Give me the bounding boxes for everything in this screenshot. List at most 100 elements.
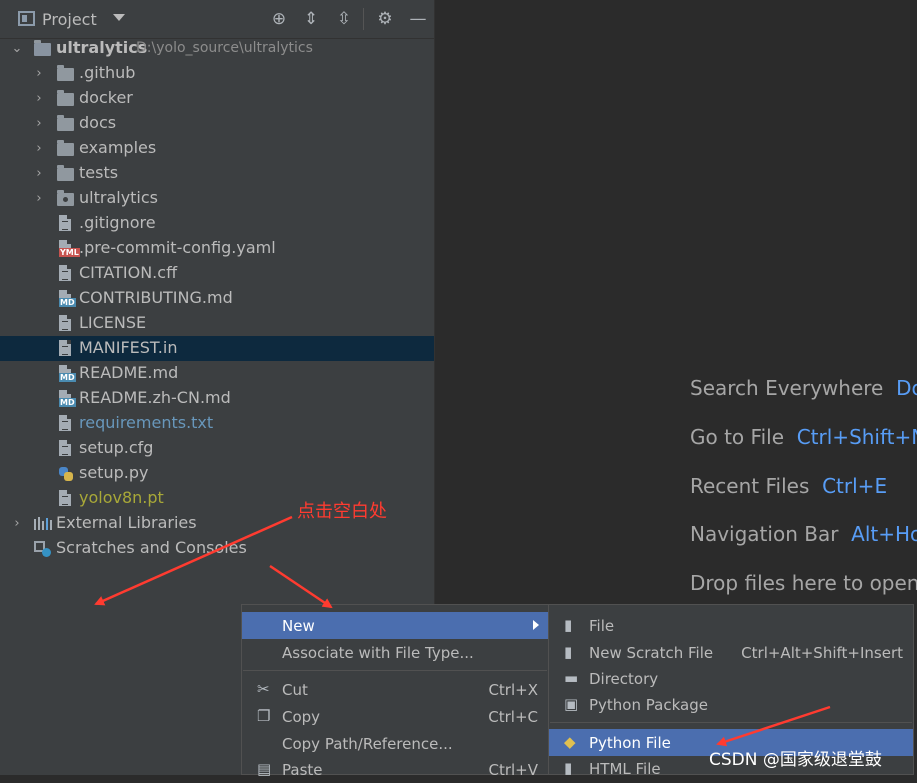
hint-search-everywhere: Search Everywhere Dou	[690, 376, 917, 400]
tree-folder-row[interactable]: › docs	[0, 111, 434, 136]
python-file-icon	[59, 467, 73, 481]
locate-icon[interactable]: ⊕	[268, 8, 290, 30]
tree-folder-row[interactable]: › examples	[0, 136, 434, 161]
tree-file-row[interactable]: setup.cfg	[0, 436, 434, 461]
hint-label: Search Everywhere	[690, 376, 884, 400]
collapse-all-icon[interactable]: ⇳	[333, 8, 355, 30]
menu-item-label: Python File	[589, 734, 671, 752]
project-view-title[interactable]: Project	[42, 10, 97, 29]
text-file-icon	[59, 415, 71, 431]
file-icon: ▮	[564, 616, 573, 634]
chevron-right-icon[interactable]: ›	[33, 136, 45, 161]
tree-folder-row[interactable]: › tests	[0, 161, 434, 186]
tree-folder-row[interactable]: › .github	[0, 61, 434, 86]
toolbar-divider	[363, 8, 364, 30]
minimize-icon[interactable]: —	[407, 8, 429, 30]
tree-file-row[interactable]: requirements.txt	[0, 411, 434, 436]
libraries-icon	[34, 517, 52, 530]
menu-item-associate[interactable]: Associate with File Type...	[242, 639, 548, 666]
tree-file-row[interactable]: CITATION.cff	[0, 261, 434, 286]
folder-name: ultralytics	[79, 188, 159, 207]
menu-item-shortcut: Ctrl+X	[488, 681, 538, 699]
folder-icon	[57, 165, 74, 181]
hint-drop-files: Drop files here to open f	[690, 571, 917, 595]
expand-all-icon[interactable]: ⇕	[300, 8, 322, 30]
folder-icon	[57, 140, 74, 156]
chevron-right-icon[interactable]: ›	[33, 111, 45, 136]
scratches-icon	[34, 541, 51, 557]
watermark: CSDN @国家级退堂鼓	[709, 750, 882, 770]
tree-file-row[interactable]: YML .pre-commit-config.yaml	[0, 236, 434, 261]
tree-file-row[interactable]: MD README.md	[0, 361, 434, 386]
menu-item-shortcut: Ctrl+C	[488, 708, 538, 726]
menu-item-paste[interactable]: ▤ Paste Ctrl+V	[242, 756, 548, 783]
annotation-text: 点击空白处	[297, 501, 387, 522]
tree-file-row[interactable]: setup.py	[0, 461, 434, 486]
unknown-file-icon	[59, 490, 71, 506]
chevron-right-icon[interactable]: ›	[33, 186, 45, 211]
hint-shortcut: Ctrl+Shift+N	[796, 425, 917, 449]
file-name: setup.cfg	[79, 438, 154, 457]
folder-icon	[57, 115, 74, 131]
yaml-file-icon: YML	[59, 240, 80, 257]
chevron-right-icon[interactable]: ›	[11, 511, 23, 536]
folder-name: docker	[79, 88, 133, 107]
submenu-item-directory[interactable]: ▬ Directory	[549, 665, 913, 692]
tree-file-row[interactable]: .gitignore	[0, 211, 434, 236]
submenu-item-new-scratch-file[interactable]: ▮ New Scratch File Ctrl+Alt+Shift+Insert	[549, 639, 913, 666]
view-dropdown-icon[interactable]	[113, 14, 125, 21]
menu-item-copy-path[interactable]: Copy Path/Reference...	[242, 730, 548, 757]
tree-root-row[interactable]: ⌄ ultralytics D:\yolo_source\ultralytics	[0, 36, 434, 61]
file-name: MANIFEST.in	[79, 338, 178, 357]
external-libraries-label: External Libraries	[56, 513, 197, 532]
menu-item-label: HTML File	[589, 760, 661, 778]
gear-icon[interactable]: ⚙	[374, 8, 396, 30]
hint-shortcut: Ctrl+E	[822, 474, 888, 498]
package-folder-icon	[57, 190, 74, 206]
file-name: setup.py	[79, 463, 149, 482]
tree-file-row[interactable]: MD README.zh-CN.md	[0, 386, 434, 411]
project-toolbar: Project ⊕ ⇕ ⇳ ⚙ —	[0, 0, 434, 39]
text-file-icon	[59, 340, 71, 356]
html-file-icon: ▮	[564, 759, 573, 777]
menu-item-label: Directory	[589, 670, 659, 688]
menu-item-label: File	[589, 617, 615, 635]
text-file-icon	[59, 265, 71, 281]
submenu-item-python-package[interactable]: ▣ Python Package	[549, 691, 913, 718]
tree-file-row[interactable]: MD CONTRIBUTING.md	[0, 286, 434, 311]
file-name: README.md	[79, 363, 179, 382]
hint-label: Recent Files	[690, 474, 810, 498]
chevron-down-icon[interactable]: ⌄	[11, 36, 23, 61]
scratches-row[interactable]: Scratches and Consoles	[0, 536, 434, 561]
file-name: yolov8n.pt	[79, 488, 164, 507]
menu-item-cut[interactable]: ✂ Cut Ctrl+X	[242, 676, 548, 703]
chevron-right-icon[interactable]: ›	[33, 161, 45, 186]
menu-item-label: Paste	[282, 761, 323, 779]
file-name: README.zh-CN.md	[79, 388, 231, 407]
hint-label: Go to File	[690, 425, 784, 449]
hint-go-to-file: Go to File Ctrl+Shift+N	[690, 425, 917, 449]
menu-item-label: Copy Path/Reference...	[282, 735, 453, 753]
package-icon: ▣	[564, 695, 579, 713]
submenu-item-file[interactable]: ▮ File	[549, 612, 913, 639]
tree-folder-row[interactable]: › docker	[0, 86, 434, 111]
markdown-file-icon: MD	[59, 365, 76, 382]
tree-folder-row[interactable]: › ultralytics	[0, 186, 434, 211]
context-menu: New Associate with File Type... ✂ Cut Ct…	[241, 604, 549, 779]
menu-item-copy[interactable]: ❐ Copy Ctrl+C	[242, 703, 548, 730]
chevron-right-icon[interactable]: ›	[33, 61, 45, 86]
python-icon: ◆	[564, 733, 576, 751]
tree-file-row[interactable]: LICENSE	[0, 311, 434, 336]
menu-item-label: Associate with File Type...	[282, 644, 474, 662]
folder-icon	[57, 65, 74, 81]
folder-name: .github	[79, 63, 136, 82]
menu-item-label: Copy	[282, 708, 321, 726]
menu-item-new[interactable]: New	[242, 612, 548, 639]
hint-recent-files: Recent Files Ctrl+E	[690, 474, 887, 498]
tree-file-row-selected[interactable]: MANIFEST.in	[0, 336, 434, 361]
folder-icon	[57, 90, 74, 106]
folder-name: tests	[79, 163, 119, 182]
chevron-right-icon[interactable]: ›	[33, 86, 45, 111]
hint-label: Drop files here to open f	[690, 571, 917, 595]
folder-name: docs	[79, 113, 117, 132]
